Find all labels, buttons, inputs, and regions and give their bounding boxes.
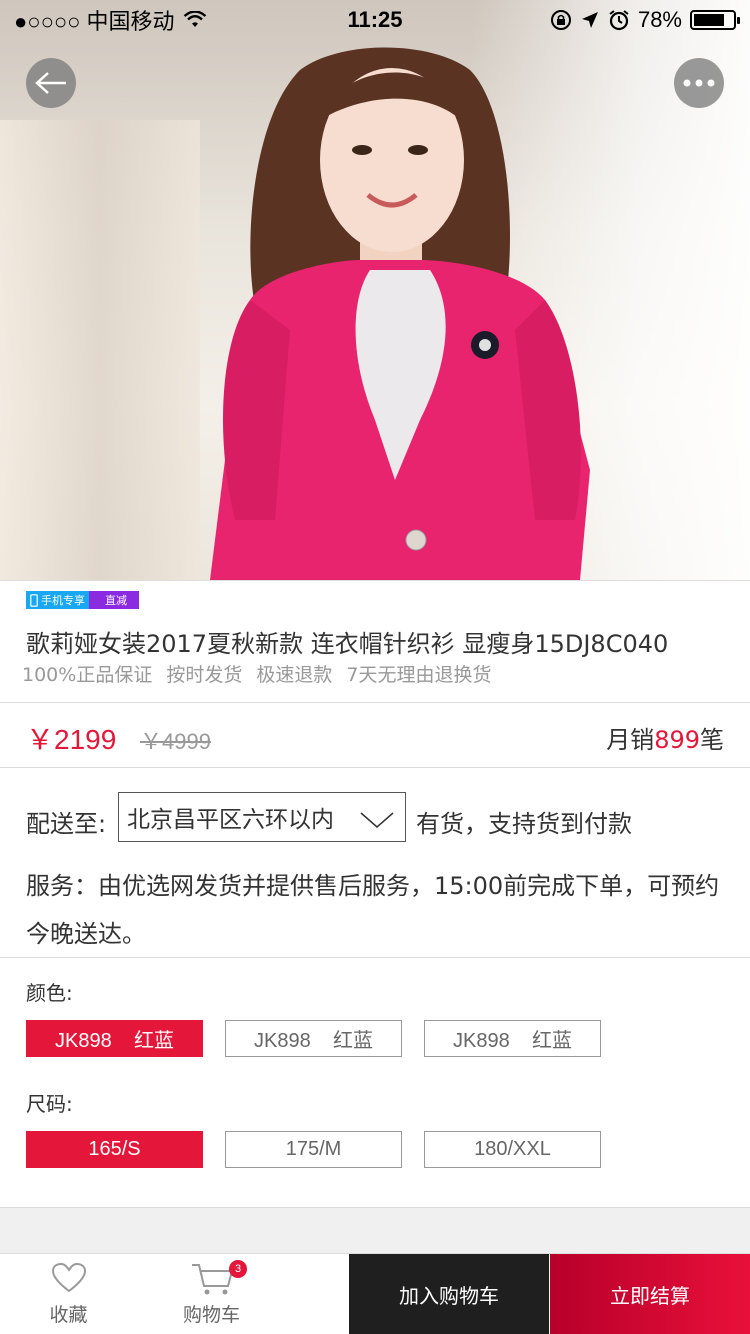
battery-icon (690, 10, 740, 30)
size-option[interactable]: 180/XXL (424, 1131, 601, 1168)
monthly-sales-count: 899 (654, 726, 700, 754)
size-label: 尺码: (26, 1092, 73, 1116)
favorite-button[interactable]: 收藏 (0, 1254, 137, 1334)
heart-icon (51, 1262, 86, 1293)
promo-badges: 手机专享 直减 (26, 591, 139, 609)
cart-count-badge: 3 (229, 1260, 247, 1278)
chevron-down-icon (360, 812, 394, 828)
mobile-exclusive-badge: 手机专享 (26, 591, 89, 609)
title-divider (0, 702, 750, 703)
current-price: ￥2199 (26, 724, 117, 755)
back-button[interactable] (26, 58, 76, 108)
bottom-action-bar: 收藏 3 购物车 加入购物车 立即结算 (0, 1253, 750, 1334)
orientation-lock-icon (550, 10, 571, 30)
guarantee-list: 100%正品保证 按时发货 极速退款 7天无理由退换货 (22, 660, 491, 687)
location-arrow-icon (581, 12, 598, 28)
battery-percent: 78% (637, 7, 682, 32)
monthly-sales-prefix: 月销 (606, 726, 655, 754)
status-bar: ●○○○○ 中国移动 11:25 78% (0, 0, 750, 40)
cart-button[interactable]: 3 购物车 (143, 1254, 280, 1334)
stock-status: 有货，支持货到付款 (416, 810, 632, 838)
mobile-exclusive-label: 手机专享 (41, 594, 85, 607)
back-arrow-icon (35, 72, 66, 94)
service-info: 服务：由优选网发货并提供售后服务，15:00前完成下单，可预约今晚送达。 (26, 872, 720, 948)
add-to-cart-button[interactable]: 加入购物车 (349, 1254, 549, 1334)
cart-label: 购物车 (182, 1304, 240, 1326)
carrier-label: ●○○○○ 中国移动 (14, 9, 175, 34)
monthly-sales-suffix: 笔 (700, 726, 724, 754)
delivery-location-select[interactable]: 北京昌平区六环以内 (118, 792, 406, 842)
more-dots-icon (683, 79, 715, 87)
size-option[interactable]: 175/M (225, 1131, 402, 1168)
monthly-sales: 月销899笔 (606, 720, 724, 755)
model-illustration (210, 47, 590, 580)
color-option[interactable]: JK898 红蓝 (26, 1020, 203, 1057)
spacer-band (0, 1207, 750, 1253)
price-divider (0, 767, 750, 768)
checkout-button[interactable]: 立即结算 (550, 1254, 750, 1334)
shopping-cart-icon (191, 1264, 233, 1295)
service-divider (0, 957, 750, 958)
delivery-location-value: 北京昌平区六环以内 (127, 807, 334, 833)
guarantee-item: 按时发货 (166, 664, 243, 686)
favorite-label: 收藏 (49, 1304, 88, 1326)
color-option[interactable]: JK898 红蓝 (225, 1020, 402, 1057)
guarantee-item: 7天无理由退换货 (346, 664, 492, 686)
color-option[interactable]: JK898 红蓝 (424, 1020, 601, 1057)
original-price: ￥4999 (140, 729, 211, 754)
product-image[interactable] (0, 0, 750, 580)
more-button[interactable] (674, 58, 724, 108)
guarantee-item: 100%正品保证 (22, 664, 153, 686)
image-divider (0, 580, 750, 581)
size-option[interactable]: 165/S (26, 1131, 203, 1168)
phone-icon (30, 593, 38, 607)
battery-level (694, 14, 724, 26)
delivery-label: 配送至: (26, 810, 107, 838)
guarantee-item: 极速退款 (256, 664, 333, 686)
alarm-icon (609, 10, 629, 31)
color-label: 颜色: (26, 981, 73, 1005)
wifi-icon (183, 11, 206, 27)
product-title: 歌莉娅女装2017夏秋新款 连衣帽针织衫 显瘦身15DJ8C040 (26, 630, 669, 658)
direct-discount-badge: 直减 (89, 591, 139, 609)
